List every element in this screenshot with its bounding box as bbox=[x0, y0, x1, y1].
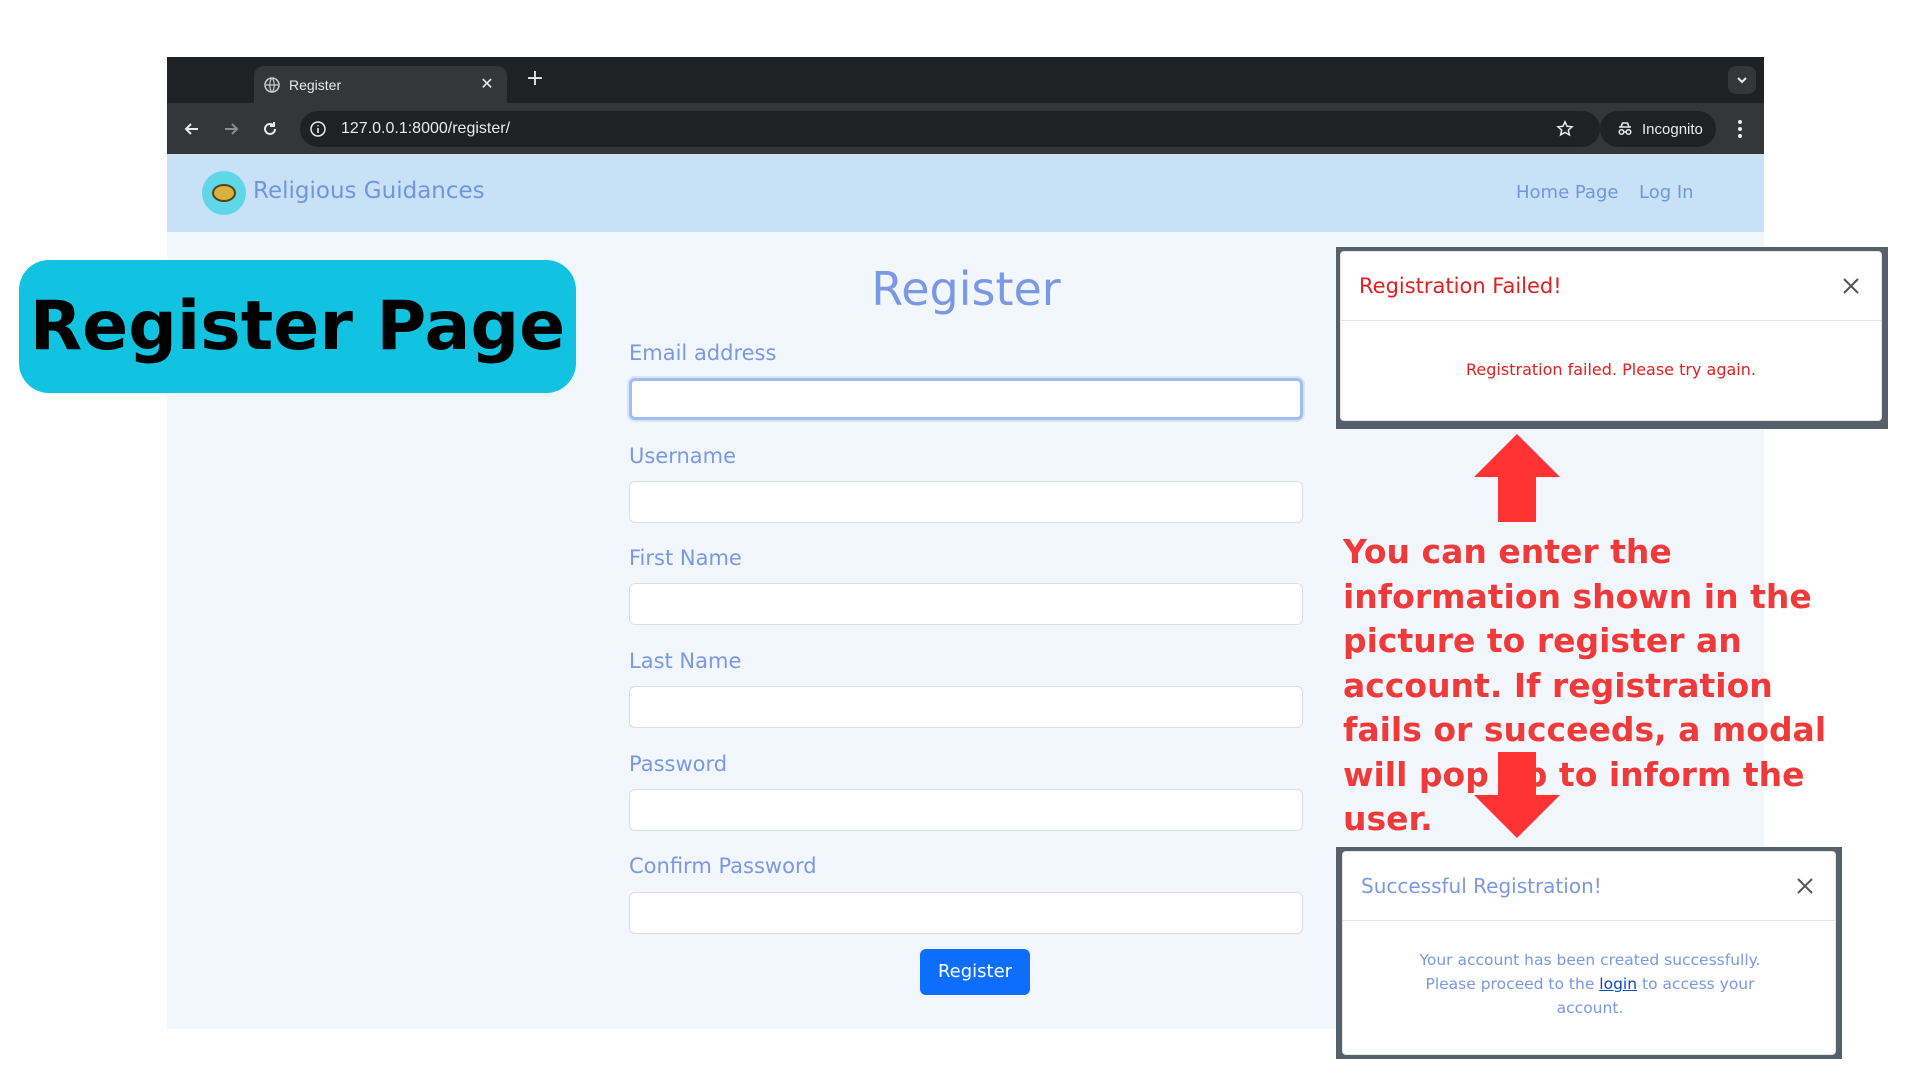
username-label: Username bbox=[629, 444, 737, 468]
success-modal: Successful Registration! Your account ha… bbox=[1342, 851, 1836, 1055]
incognito-label: Incognito bbox=[1642, 120, 1703, 138]
close-icon[interactable] bbox=[1791, 872, 1819, 900]
brand-logo-icon[interactable] bbox=[202, 171, 246, 215]
site-navbar: Religious Guidances Home Page Log In bbox=[167, 154, 1764, 232]
close-icon[interactable] bbox=[1837, 272, 1865, 300]
failed-modal-title: Registration Failed! bbox=[1359, 274, 1562, 298]
browser-toolbar: 127.0.0.1:8000/register/ Incognito bbox=[167, 103, 1764, 154]
tab-search-icon[interactable] bbox=[1728, 66, 1756, 94]
browser-tab[interactable]: Register ✕ bbox=[254, 66, 507, 103]
email-label: Email address bbox=[629, 341, 777, 365]
address-bar[interactable]: 127.0.0.1:8000/register/ bbox=[300, 111, 1600, 147]
more-menu-icon[interactable] bbox=[1729, 117, 1751, 141]
tab-bar: Register ✕ + bbox=[167, 57, 1764, 103]
username-field[interactable] bbox=[629, 481, 1303, 523]
globe-icon bbox=[264, 76, 280, 93]
bookmark-star-icon[interactable] bbox=[1554, 118, 1576, 140]
screenshot-canvas: Register ✕ + 127.0.0.1:8000/register/ In… bbox=[0, 0, 1920, 1080]
last-name-label: Last Name bbox=[629, 649, 742, 673]
reload-icon[interactable] bbox=[257, 116, 283, 142]
tab-close-icon[interactable]: ✕ bbox=[477, 74, 497, 94]
url-text: 127.0.0.1:8000/register/ bbox=[341, 120, 511, 137]
incognito-badge[interactable]: Incognito bbox=[1600, 111, 1716, 147]
new-tab-icon[interactable]: + bbox=[523, 67, 547, 91]
password-field[interactable] bbox=[629, 789, 1303, 831]
success-modal-header: Successful Registration! bbox=[1343, 852, 1835, 921]
back-arrow-icon[interactable] bbox=[179, 116, 205, 142]
first-name-label: First Name bbox=[629, 546, 742, 570]
failed-modal-frame: Registration Failed! Registration failed… bbox=[1336, 247, 1888, 429]
last-name-field[interactable] bbox=[629, 686, 1303, 728]
failed-modal-body: Registration failed. Please try again. bbox=[1466, 360, 1756, 379]
success-modal-body: Your account has been created successful… bbox=[1403, 948, 1777, 1020]
failed-modal: Registration Failed! Registration failed… bbox=[1340, 251, 1882, 421]
email-field[interactable] bbox=[629, 378, 1303, 420]
forward-arrow-icon[interactable] bbox=[218, 116, 244, 142]
brand-name[interactable]: Religious Guidances bbox=[253, 178, 485, 204]
callout-text: Register Page bbox=[29, 287, 566, 366]
down-arrow-icon bbox=[1474, 752, 1560, 838]
success-modal-title: Successful Registration! bbox=[1361, 874, 1602, 898]
login-link[interactable]: login bbox=[1599, 975, 1637, 993]
failed-modal-header: Registration Failed! bbox=[1341, 252, 1881, 321]
password-label: Password bbox=[629, 752, 728, 776]
register-button[interactable]: Register bbox=[920, 949, 1030, 995]
first-name-field[interactable] bbox=[629, 583, 1303, 625]
success-modal-frame: Successful Registration! Your account ha… bbox=[1336, 847, 1842, 1059]
nav-link-home[interactable]: Home Page bbox=[1516, 182, 1618, 203]
explanatory-note: You can enter the information shown in t… bbox=[1343, 532, 1827, 838]
tab-title: Register bbox=[289, 76, 342, 93]
confirm-password-field[interactable] bbox=[629, 892, 1303, 934]
incognito-icon bbox=[1616, 120, 1634, 138]
nav-link-login[interactable]: Log In bbox=[1639, 182, 1694, 203]
up-arrow-icon bbox=[1474, 434, 1560, 522]
site-info-icon[interactable] bbox=[308, 119, 328, 139]
confirm-password-label: Confirm Password bbox=[629, 854, 817, 878]
register-page-callout: Register Page bbox=[19, 260, 576, 393]
page-title: Register bbox=[871, 262, 1061, 316]
